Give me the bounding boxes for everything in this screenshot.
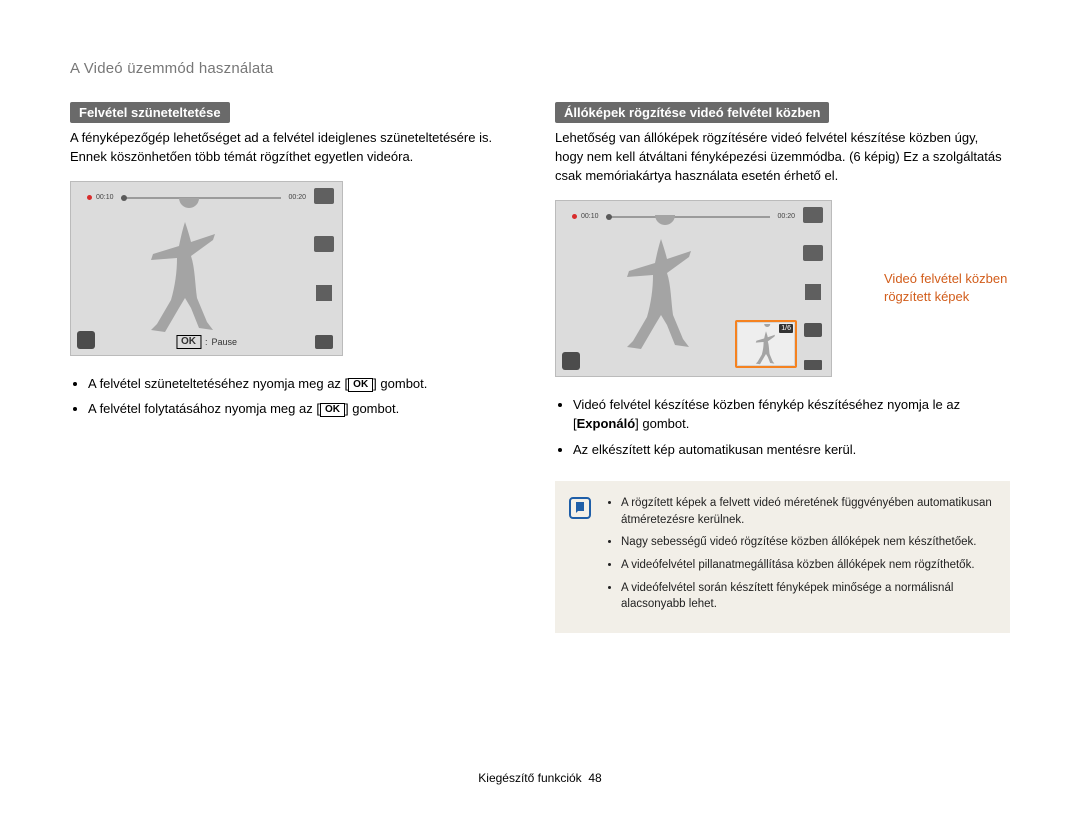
skater-silhouette <box>125 198 245 338</box>
thumbnail-callout: Videó felvétel közben rögzített képek <box>884 270 1010 305</box>
ok-pause-label: OK : Pause <box>176 335 237 349</box>
camera-lcd-stillcapture: 00:10 00:20 <box>555 200 832 377</box>
note-item: A videófelvétel pillanatmegállítása közb… <box>621 557 996 574</box>
ok-button-icon: OK <box>348 378 373 392</box>
frame-rate-icon <box>314 236 334 252</box>
right-section-label: Állóképek rögzítése videó felvétel közbe… <box>555 102 829 123</box>
note-box: A rögzített képek a felvett videó méreté… <box>555 481 1010 633</box>
left-intro: A fényképezőgép lehetőséget ad a felvéte… <box>70 129 525 167</box>
note-icon <box>569 497 591 519</box>
fullhd-icon <box>803 207 823 223</box>
frame-rate-icon <box>803 245 823 261</box>
pause-text: Pause <box>211 337 237 347</box>
movie-icon <box>804 323 822 337</box>
left-section-label: Felvétel szüneteltetése <box>70 102 230 123</box>
battery-icon <box>804 360 822 370</box>
note-item: A videófelvétel során készített fényképe… <box>621 580 996 613</box>
right-bullet-1: Videó felvétel készítése közben fénykép … <box>573 395 1010 434</box>
note-item: A rögzített képek a felvett videó méreté… <box>621 495 996 528</box>
right-bullet-2: Az elkészített kép automatikusan mentésr… <box>573 440 1010 460</box>
right-intro: Lehetőség van állóképek rögzítésére vide… <box>555 129 1010 186</box>
page-footer: Kiegészítő funkciók 48 <box>0 771 1080 785</box>
page-title: A Videó üzemmód használata <box>70 60 1010 77</box>
note-item: Nagy sebességű videó rögzítése közben ál… <box>621 534 996 551</box>
skater-silhouette <box>601 215 721 355</box>
time-remain: 00:20 <box>288 194 306 201</box>
ois-icon <box>562 352 580 370</box>
ois-icon <box>77 331 95 349</box>
fullhd-icon <box>314 188 334 204</box>
time-remain: 00:20 <box>777 213 795 220</box>
left-column: Felvétel szüneteltetése A fényképezőgép … <box>70 102 525 633</box>
ok-button-icon: OK <box>320 403 345 417</box>
ok-button-icon: OK <box>176 335 201 349</box>
metering-icon <box>315 284 333 302</box>
left-bullet-2: A felvétel folytatásához nyomja meg az [… <box>88 399 525 419</box>
camera-lcd-pause: 00:10 00:20 <box>70 181 343 356</box>
right-column: Állóképek rögzítése videó felvétel közbe… <box>555 102 1010 633</box>
captured-still-thumbnail: 1/6 <box>735 320 797 368</box>
movie-icon <box>315 335 333 349</box>
left-bullet-1: A felvétel szüneteltetéséhez nyomja meg … <box>88 374 525 394</box>
metering-icon <box>804 283 822 301</box>
